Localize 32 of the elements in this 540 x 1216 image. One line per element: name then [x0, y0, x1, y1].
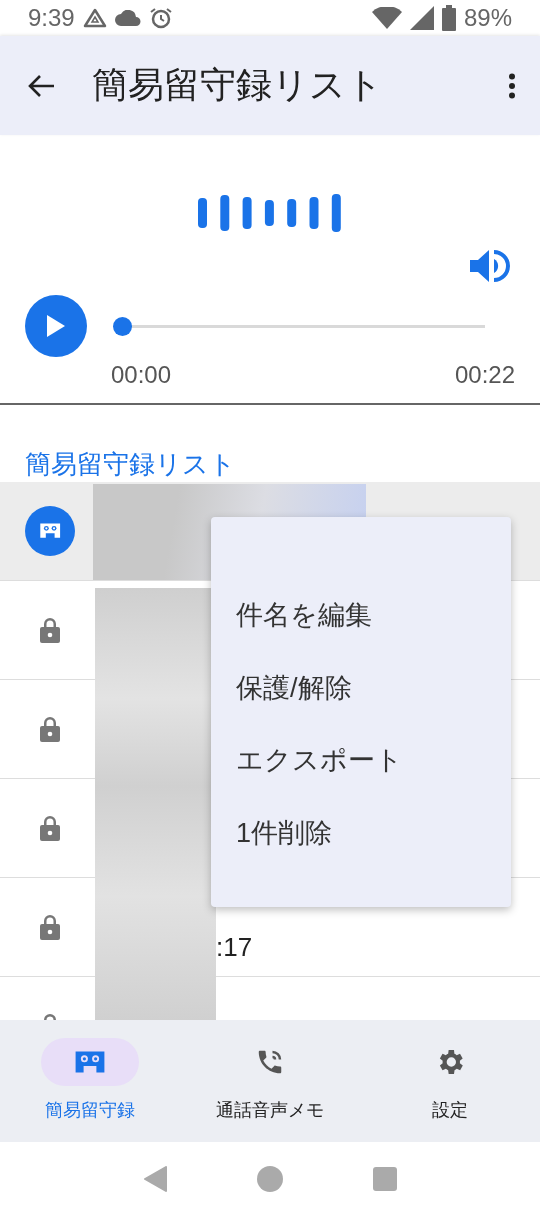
battery-icon	[441, 5, 456, 31]
waveform-icon	[196, 193, 342, 233]
total-time: 00:22	[454, 361, 515, 389]
back-nav-icon[interactable]	[143, 1166, 167, 1192]
nav-tab[interactable]: 通話音声メモ	[180, 1020, 360, 1142]
menu-item[interactable]: 保護/解除	[211, 669, 511, 742]
screen-title: 簡易留守録リスト	[92, 63, 384, 107]
back-icon[interactable]	[28, 73, 56, 98]
lock-icon	[40, 914, 60, 940]
lock-icon	[40, 617, 60, 643]
row-text: :17	[216, 931, 253, 964]
voicemail-icon	[25, 506, 75, 556]
clock-time: 9:39	[28, 4, 75, 32]
section-title: 簡易留守録リスト	[24, 448, 237, 481]
wifi-icon	[371, 7, 402, 29]
alarm-icon	[148, 6, 173, 30]
more-options-icon[interactable]	[508, 72, 516, 99]
play-icon	[47, 315, 65, 337]
lock-icon	[40, 815, 60, 841]
home-icon[interactable]	[257, 1166, 283, 1192]
seek-thumb[interactable]	[113, 316, 132, 336]
cloud-icon	[114, 10, 141, 26]
nav-tab[interactable]: 設定	[360, 1020, 540, 1142]
menu-item[interactable]: 件名を編集	[211, 597, 511, 670]
nav-tab[interactable]: 簡易留守録	[0, 1020, 180, 1142]
triangle-icon	[82, 8, 107, 28]
battery-level: 89%	[463, 4, 512, 32]
speaker-icon[interactable]	[470, 248, 510, 284]
menu-item[interactable]: エクスポート	[211, 742, 511, 815]
elapsed-time: 00:00	[111, 361, 172, 389]
lock-icon	[40, 716, 60, 742]
signal-icon	[409, 6, 434, 30]
